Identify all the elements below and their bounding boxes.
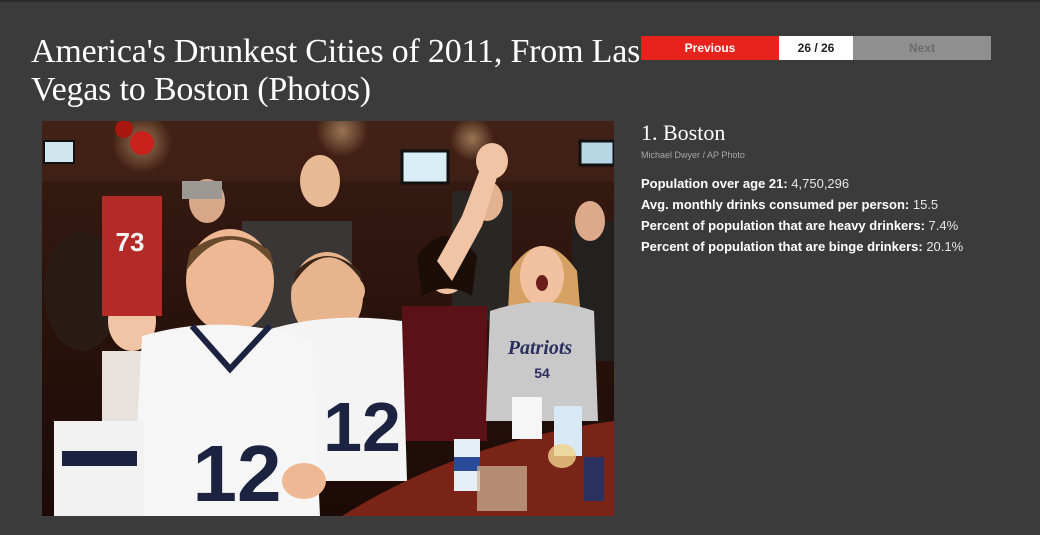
front-jersey-number: 12 — [193, 429, 282, 516]
stat-label: Population over age 21: — [641, 176, 788, 191]
stat-label: Percent of population that are binge dri… — [641, 239, 923, 254]
shirt-text: Patriots — [507, 337, 573, 359]
shirt-number: 54 — [534, 365, 550, 381]
page-title: America's Drunkest Cities of 2011, From … — [31, 33, 641, 108]
center-jersey-number: 12 — [323, 388, 401, 466]
stat-label: Avg. monthly drinks consumed per person: — [641, 197, 910, 212]
slide-counter: 26 / 26 — [779, 36, 853, 60]
photo-credit: Michael Dwyer / AP Photo — [641, 150, 745, 160]
top-border — [0, 0, 1040, 2]
stat-value: 15.5 — [912, 197, 939, 212]
stat-value: 7.4% — [928, 218, 959, 233]
stat-monthly-drinks: Avg. monthly drinks consumed per person:… — [641, 194, 981, 215]
slideshow-pager: Previous 26 / 26 Next — [641, 36, 991, 60]
stat-label: Percent of population that are heavy dri… — [641, 218, 925, 233]
previous-button[interactable]: Previous — [641, 36, 779, 60]
stat-population: Population over age 21: 4,750,296 — [641, 173, 981, 194]
stat-value: 20.1% — [926, 239, 964, 254]
stat-value: 4,750,296 — [791, 176, 850, 191]
stat-heavy-drinkers: Percent of population that are heavy dri… — [641, 215, 981, 236]
stats-list: Population over age 21: 4,750,296 Avg. m… — [641, 173, 981, 257]
slide-title: 1. Boston — [641, 120, 726, 145]
stat-binge-drinkers: Percent of population that are binge dri… — [641, 236, 981, 257]
background-jersey-number: 73 — [116, 227, 145, 257]
next-button[interactable]: Next — [853, 36, 991, 60]
slide-photo: 73 Patriots 54 12 12 — [42, 121, 614, 516]
